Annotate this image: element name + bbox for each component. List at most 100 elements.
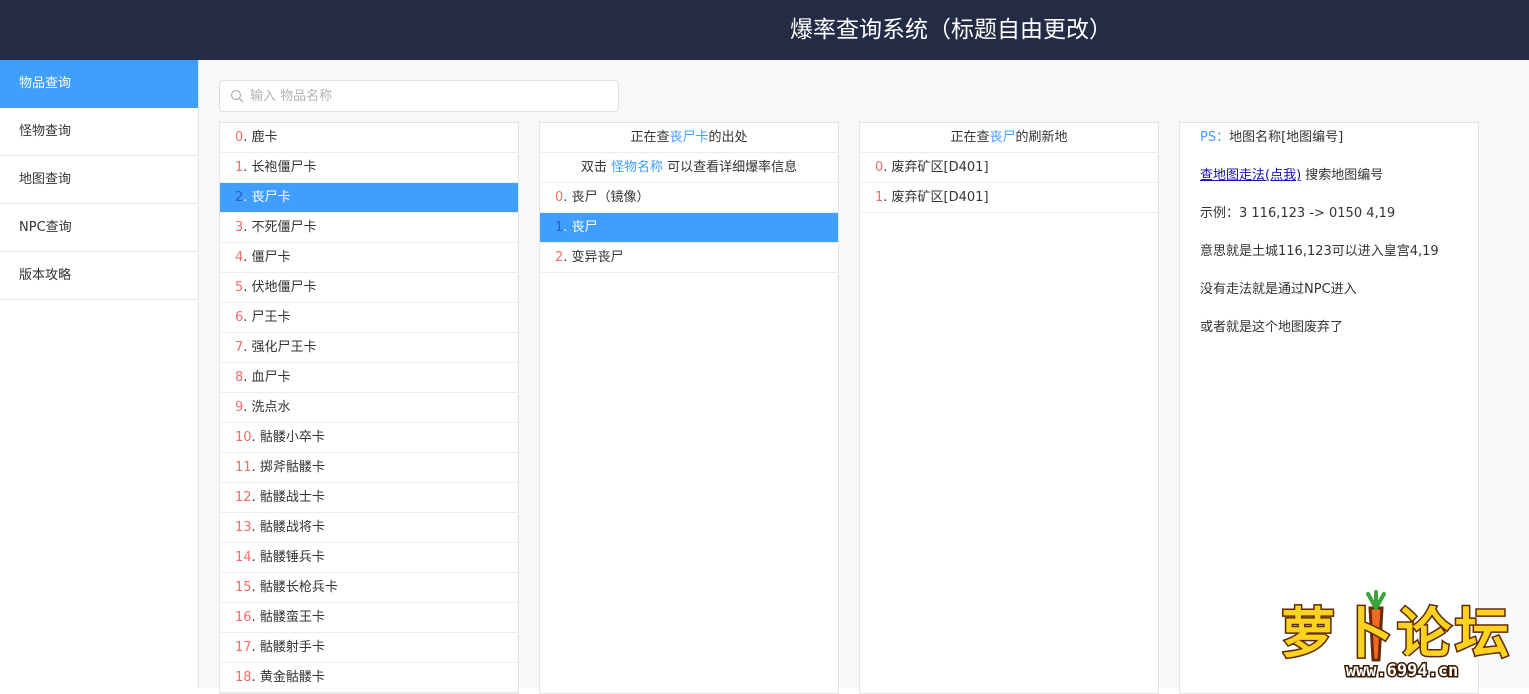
monster-list-row[interactable]: 1. 丧尸 [540, 213, 838, 243]
watermark-text: 萝卜论坛 [1282, 602, 1512, 665]
row-name: 丧尸 [571, 220, 598, 235]
item-list-row[interactable]: 10. 骷髅小卒卡 [220, 423, 518, 453]
row-separator: . [243, 130, 252, 145]
row-name: 骷髅蛮王卡 [259, 610, 325, 625]
page-title: 爆率查询系统（标题自由更改） [790, 17, 1112, 43]
row-name: 丧尸（镜像） [571, 190, 650, 205]
row-name: 骷髅射手卡 [259, 640, 325, 655]
item-list-row[interactable]: 7. 强化尸王卡 [220, 333, 518, 363]
row-separator: . [251, 430, 260, 445]
row-separator: . [243, 250, 252, 265]
item-list-row[interactable]: 3. 不死僵尸卡 [220, 213, 518, 243]
row-name: 掷斧骷髅卡 [259, 460, 325, 475]
row-separator: . [563, 190, 572, 205]
sidebar-item-1[interactable]: 怪物查询 [0, 108, 198, 156]
row-separator: . [563, 250, 572, 265]
item-list-row[interactable]: 16. 骷髅蛮王卡 [220, 603, 518, 633]
row-separator: . [243, 220, 252, 235]
hint-suffix: 可以查看详细爆率信息 [667, 160, 798, 175]
row-separator: . [883, 160, 892, 175]
search-input[interactable] [250, 81, 610, 111]
row-index: 17 [235, 640, 252, 655]
ps-text: 地图名称[地图编号] [1229, 130, 1344, 145]
row-name: 尸王卡 [251, 310, 291, 325]
item-list-row[interactable]: 5. 伏地僵尸卡 [220, 273, 518, 303]
row-separator: . [563, 220, 572, 235]
item-list-row[interactable]: 8. 血尸卡 [220, 363, 518, 393]
item-list-row[interactable]: 9. 洗点水 [220, 393, 518, 423]
row-separator: . [251, 670, 260, 685]
map-list-row[interactable]: 1. 废弃矿区[D401] [860, 183, 1158, 213]
row-name: 废弃矿区[D401] [891, 160, 989, 175]
header-suffix: 的出处 [708, 130, 748, 145]
item-list-row[interactable]: 18. 黄金骷髅卡 [220, 663, 518, 693]
header-suffix: 的刷新地 [1015, 130, 1068, 145]
item-list-row[interactable]: 4. 僵尸卡 [220, 243, 518, 273]
items-panel: 0. 鹿卡 1. 长袍僵尸卡 2. 丧尸卡 3. 不死僵尸卡 4. 僵尸卡 5. 伏地僵尸… [219, 122, 519, 694]
selected-item-name: 丧尸卡 [669, 130, 709, 145]
row-separator: . [251, 610, 260, 625]
example-line: 示例：3 116,123 -> 0150 4,19 [1200, 206, 1396, 221]
row-separator: . [243, 160, 252, 175]
hint-highlight: 怪物名称 [610, 160, 663, 175]
hint-prefix: 双击 [580, 160, 607, 175]
row-separator: . [251, 640, 260, 655]
row-name: 强化尸王卡 [251, 340, 317, 355]
row-separator: . [243, 310, 252, 325]
item-list-row[interactable]: 1. 长袍僵尸卡 [220, 153, 518, 183]
item-list-row[interactable]: 15. 骷髅长枪兵卡 [220, 573, 518, 603]
top-bar: 爆率查询系统（标题自由更改） [0, 0, 1529, 60]
meaning-line: 意思就是土城116,123可以进入皇宫4,19 [1200, 244, 1439, 259]
monster-list-row[interactable]: 0. 丧尸（镜像） [540, 183, 838, 213]
item-list-row[interactable]: 17. 骷髅射手卡 [220, 633, 518, 663]
row-separator: . [883, 190, 892, 205]
row-separator: . [251, 550, 260, 565]
ps-line: PS：地图名称[地图编号] [1180, 123, 1478, 153]
selected-monster-name: 丧尸 [989, 130, 1016, 145]
sidebar-item-3[interactable]: NPC查询 [0, 204, 198, 252]
row-index: 14 [235, 550, 252, 565]
row-index: 16 [235, 610, 252, 625]
row-name: 伏地僵尸卡 [251, 280, 317, 295]
monsters-panel-hint: 双击 怪物名称 可以查看详细爆率信息 [540, 153, 838, 183]
item-list-row[interactable]: 12. 骷髅战士卡 [220, 483, 518, 513]
row-name: 长袍僵尸卡 [251, 160, 317, 175]
row-separator: . [251, 520, 260, 535]
row-name: 废弃矿区[D401] [891, 190, 989, 205]
row-name: 僵尸卡 [251, 250, 291, 265]
map-list-row[interactable]: 0. 废弃矿区[D401] [860, 153, 1158, 183]
abandoned-line: 或者就是这个地图废弃了 [1200, 320, 1344, 335]
row-name: 黄金骷髅卡 [259, 670, 325, 685]
row-separator: . [251, 580, 260, 595]
item-list-row[interactable]: 11. 掷斧骷髅卡 [220, 453, 518, 483]
map-route-link[interactable]: 查地图走法(点我) [1200, 168, 1301, 183]
row-name: 骷髅战士卡 [259, 490, 325, 505]
sidebar-item-4[interactable]: 版本攻略 [0, 252, 198, 300]
item-list-row[interactable]: 13. 骷髅战将卡 [220, 513, 518, 543]
item-list-row[interactable]: 6. 尸王卡 [220, 303, 518, 333]
row-separator: . [243, 340, 252, 355]
sidebar: 物品查询 怪物查询 地图查询 NPC查询 版本攻略 [0, 60, 199, 688]
row-separator: . [251, 460, 260, 475]
item-list-row[interactable]: 2. 丧尸卡 [220, 183, 518, 213]
row-index: 12 [235, 490, 252, 505]
sidebar-item-2[interactable]: 地图查询 [0, 156, 198, 204]
row-index: 13 [235, 520, 252, 535]
monsters-panel-header: 正在查丧尸卡的出处 [540, 123, 838, 153]
row-name: 洗点水 [251, 400, 291, 415]
row-separator: . [243, 400, 252, 415]
maps-panel-header: 正在查丧尸的刷新地 [860, 123, 1158, 153]
watermark-domain: www.6994.cn [1346, 661, 1459, 681]
row-name: 变异丧尸 [571, 250, 624, 265]
row-separator: . [243, 190, 252, 205]
header-prefix: 正在查 [950, 130, 990, 145]
monster-list-row[interactable]: 2. 变异丧尸 [540, 243, 838, 273]
sidebar-item-0[interactable]: 物品查询 [0, 60, 198, 108]
row-separator: . [243, 280, 252, 295]
item-list-row[interactable]: 0. 鹿卡 [220, 123, 518, 153]
maps-panel: 正在查丧尸的刷新地 0. 废弃矿区[D401] 1. 废弃矿区[D401] [859, 122, 1159, 694]
item-list-row[interactable]: 14. 骷髅锤兵卡 [220, 543, 518, 573]
link-suffix: 搜索地图编号 [1305, 168, 1384, 183]
row-name: 不死僵尸卡 [251, 220, 317, 235]
forum-watermark-logo: 萝卜论坛 www.6994.cn [1282, 590, 1512, 682]
